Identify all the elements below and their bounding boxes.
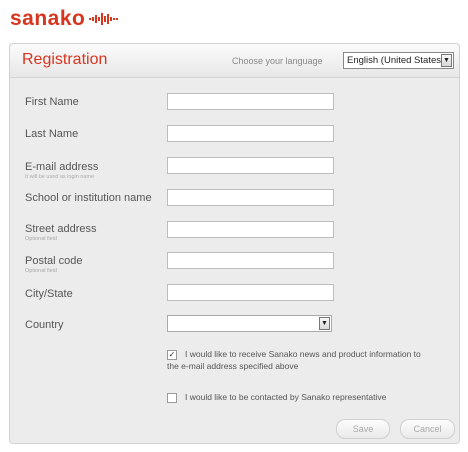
email-row: E-mail address It will be used as login … [25,161,98,181]
first-name-row: First Name [25,96,79,109]
postal-input[interactable] [167,252,334,269]
cancel-button[interactable]: Cancel [400,419,455,439]
news-option: ✓ I would like to receive Sanako news and… [167,348,457,360]
contact-checkbox[interactable] [167,392,177,403]
chevron-down-icon[interactable]: ▼ [319,317,330,330]
street-row: Street address Optional field [25,223,97,243]
last-name-label: Last Name [25,128,79,140]
school-input[interactable] [167,189,334,206]
school-row: School or institution name [25,192,152,205]
panel-header: Registration Choose your language Englis… [10,44,459,78]
save-button[interactable]: Save [336,419,390,439]
registration-panel: Registration Choose your language Englis… [9,43,460,444]
page-title: Registration [22,51,108,68]
street-hint: Optional field [25,236,58,242]
chevron-down-icon[interactable]: ▼ [441,54,452,67]
news-option-line2: the e-mail address specified above [167,361,299,371]
postal-label: Postal code [25,255,83,267]
logo-text: sanako [10,7,86,30]
language-select[interactable]: English (United States) ▼ [343,52,454,69]
email-hint: It will be used as login name [25,174,95,180]
school-label: School or institution name [25,192,152,204]
postal-row: Postal code Optional field [25,255,82,275]
contact-option-label: I would like to be contacted by Sanako r… [185,392,387,402]
last-name-input[interactable] [167,125,334,142]
first-name-label: First Name [25,96,79,108]
city-input[interactable] [167,284,334,301]
news-option-continued: the e-mail address specified above [167,360,298,372]
country-row: Country [25,319,64,332]
country-label: Country [25,319,64,331]
first-name-input[interactable] [167,93,334,110]
language-label: Choose your language [232,56,323,66]
contact-option: I would like to be contacted by Sanako r… [167,391,386,403]
news-option-line1: I would like to receive Sanako news and … [185,349,421,359]
news-checkbox[interactable]: ✓ [167,349,177,360]
email-label: E-mail address [25,161,99,173]
email-input[interactable] [167,157,334,174]
sanako-logo: sanako [10,8,119,30]
postal-hint: Optional field [25,268,58,274]
sound-wave-icon [89,13,119,25]
city-label: City/State [25,288,73,300]
street-label: Street address [25,223,97,235]
country-select[interactable]: ▼ [167,315,332,332]
street-input[interactable] [167,221,334,238]
language-select-value: English (United States) [347,55,445,66]
last-name-row: Last Name [25,128,78,141]
city-row: City/State [25,288,73,301]
